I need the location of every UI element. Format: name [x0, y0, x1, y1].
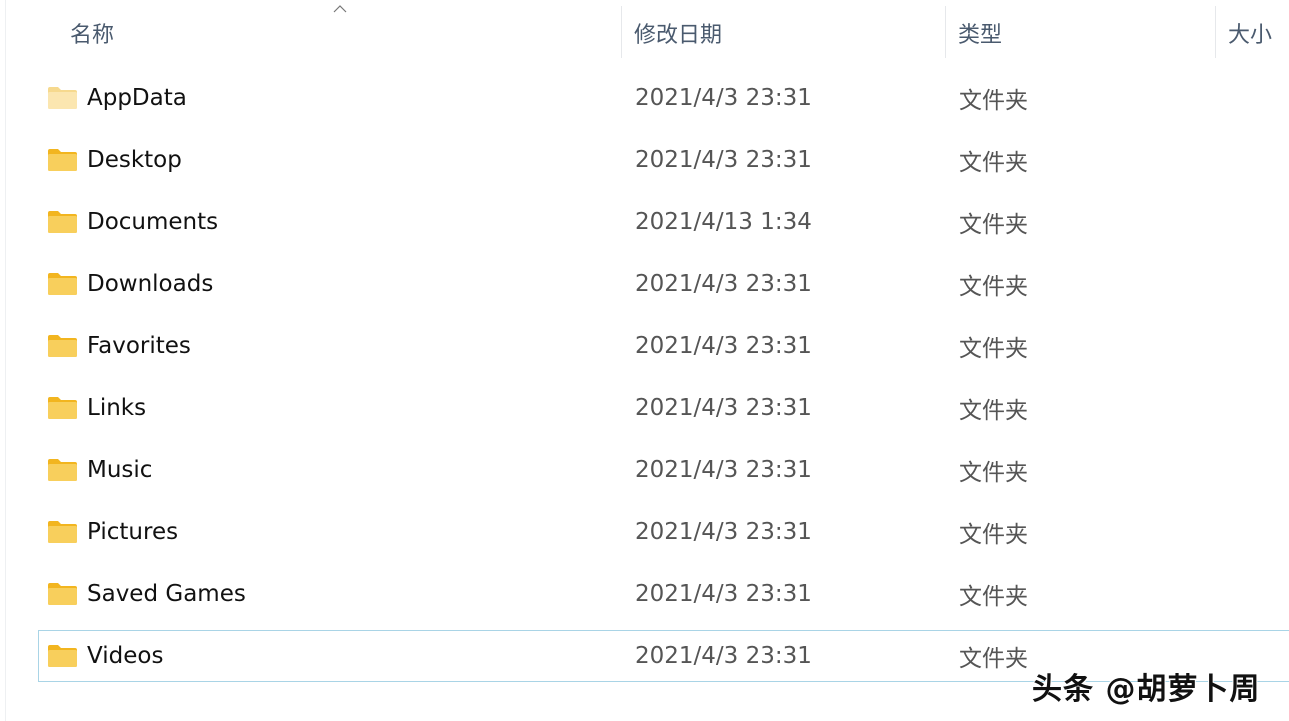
column-header-modified[interactable]: 修改日期	[634, 0, 944, 66]
column-header-bar: 名称 修改日期 类型 大小	[0, 0, 1289, 66]
file-modified-date: 2021/4/3 23:31	[635, 147, 812, 173]
file-row[interactable]: Saved Games 2021/4/3 23:31 文件夹	[38, 568, 1289, 620]
file-name: Documents	[87, 209, 219, 235]
file-name: Links	[87, 395, 147, 421]
file-modified-date: 2021/4/3 23:31	[635, 395, 812, 421]
file-modified-date: 2021/4/3 23:31	[635, 333, 812, 359]
file-name: Desktop	[87, 147, 182, 173]
file-modified-date: 2021/4/3 23:31	[635, 519, 812, 545]
file-row[interactable]: Downloads 2021/4/3 23:31 文件夹	[38, 258, 1289, 310]
file-name: AppData	[87, 85, 187, 111]
file-type: 文件夹	[959, 646, 1028, 672]
file-modified-date: 2021/4/3 23:31	[635, 271, 812, 297]
file-row[interactable]: Documents 2021/4/13 1:34 文件夹	[38, 196, 1289, 248]
file-modified-date: 2021/4/3 23:31	[635, 457, 812, 483]
file-row[interactable]: Pictures 2021/4/3 23:31 文件夹	[38, 506, 1289, 558]
file-row[interactable]: Desktop 2021/4/3 23:31 文件夹	[38, 134, 1289, 186]
folder-icon	[48, 149, 77, 171]
file-type: 文件夹	[959, 88, 1028, 114]
file-type: 文件夹	[959, 584, 1028, 610]
column-resize-handle[interactable]	[945, 6, 946, 58]
folder-icon	[48, 211, 77, 233]
file-row[interactable]: AppData 2021/4/3 23:31 文件夹	[38, 72, 1289, 124]
folder-icon	[48, 645, 77, 667]
file-name: Saved Games	[87, 581, 246, 607]
file-type: 文件夹	[959, 212, 1028, 238]
file-type: 文件夹	[959, 522, 1028, 548]
file-row[interactable]: Favorites 2021/4/3 23:31 文件夹	[38, 320, 1289, 372]
folder-hidden-icon	[48, 87, 77, 109]
column-header-modified-label: 修改日期	[634, 23, 723, 48]
file-type: 文件夹	[959, 460, 1028, 486]
column-header-name[interactable]: 名称	[70, 0, 620, 66]
column-header-name-label: 名称	[70, 23, 115, 48]
file-name: Music	[87, 457, 153, 483]
file-type: 文件夹	[959, 336, 1028, 362]
pane-left-border	[5, 0, 6, 721]
column-resize-handle[interactable]	[621, 6, 622, 58]
folder-icon	[48, 397, 77, 419]
folder-icon	[48, 583, 77, 605]
column-header-size-label: 大小	[1228, 23, 1273, 48]
folder-icon	[48, 335, 77, 357]
file-type: 文件夹	[959, 274, 1028, 300]
file-name: Videos	[87, 643, 164, 669]
column-header-size[interactable]: 大小	[1228, 0, 1289, 66]
file-type: 文件夹	[959, 398, 1028, 424]
file-modified-date: 2021/4/3 23:31	[635, 643, 812, 669]
column-resize-handle[interactable]	[1215, 6, 1216, 58]
column-header-type[interactable]: 类型	[958, 0, 1213, 66]
file-modified-date: 2021/4/3 23:31	[635, 581, 812, 607]
folder-icon	[48, 273, 77, 295]
file-name: Pictures	[87, 519, 179, 545]
file-modified-date: 2021/4/3 23:31	[635, 85, 812, 111]
watermark: 头条 @胡萝卜周	[1032, 672, 1261, 707]
folder-icon	[48, 459, 77, 481]
folder-icon	[48, 521, 77, 543]
column-header-type-label: 类型	[958, 23, 1003, 48]
file-name: Favorites	[87, 333, 191, 359]
file-modified-date: 2021/4/13 1:34	[635, 209, 812, 235]
file-name: Downloads	[87, 271, 214, 297]
file-type: 文件夹	[959, 150, 1028, 176]
file-row[interactable]: Links 2021/4/3 23:31 文件夹	[38, 382, 1289, 434]
file-row[interactable]: Music 2021/4/3 23:31 文件夹	[38, 444, 1289, 496]
